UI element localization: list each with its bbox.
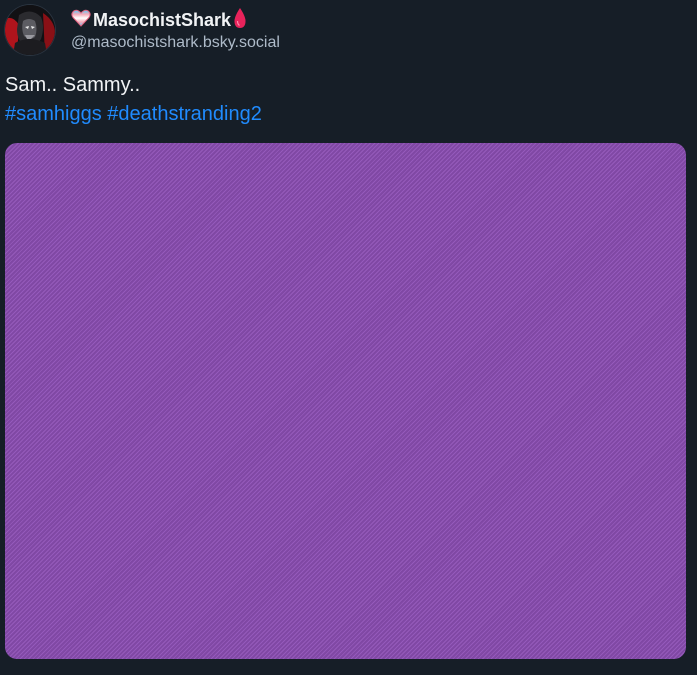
post-media-image[interactable] bbox=[5, 143, 686, 659]
post-card: MasochistShark @masochistshark.bsky.soci… bbox=[0, 0, 697, 675]
display-name[interactable]: MasochistShark bbox=[93, 10, 231, 31]
author-handle[interactable]: @masochistshark.bsky.social bbox=[71, 34, 671, 52]
hashtag-line: #samhiggs #deathstranding2 bbox=[5, 100, 685, 129]
post-text: Sam.. Sammy.. #samhiggs #deathstranding2 bbox=[5, 71, 685, 129]
heart-pride-icon bbox=[71, 9, 91, 32]
post-header: MasochistShark @masochistshark.bsky.soci… bbox=[5, 5, 685, 57]
author-names: MasochistShark @masochistshark.bsky.soci… bbox=[71, 7, 671, 52]
hashtag-link[interactable]: #deathstranding2 bbox=[107, 103, 262, 125]
avatar[interactable] bbox=[5, 5, 55, 55]
display-name-row[interactable]: MasochistShark bbox=[71, 7, 671, 34]
avatar-image bbox=[5, 5, 55, 55]
blood-drop-icon bbox=[233, 7, 247, 34]
hashtag-link[interactable]: #samhiggs bbox=[5, 103, 102, 125]
post-text-body: Sam.. Sammy.. bbox=[5, 74, 141, 96]
